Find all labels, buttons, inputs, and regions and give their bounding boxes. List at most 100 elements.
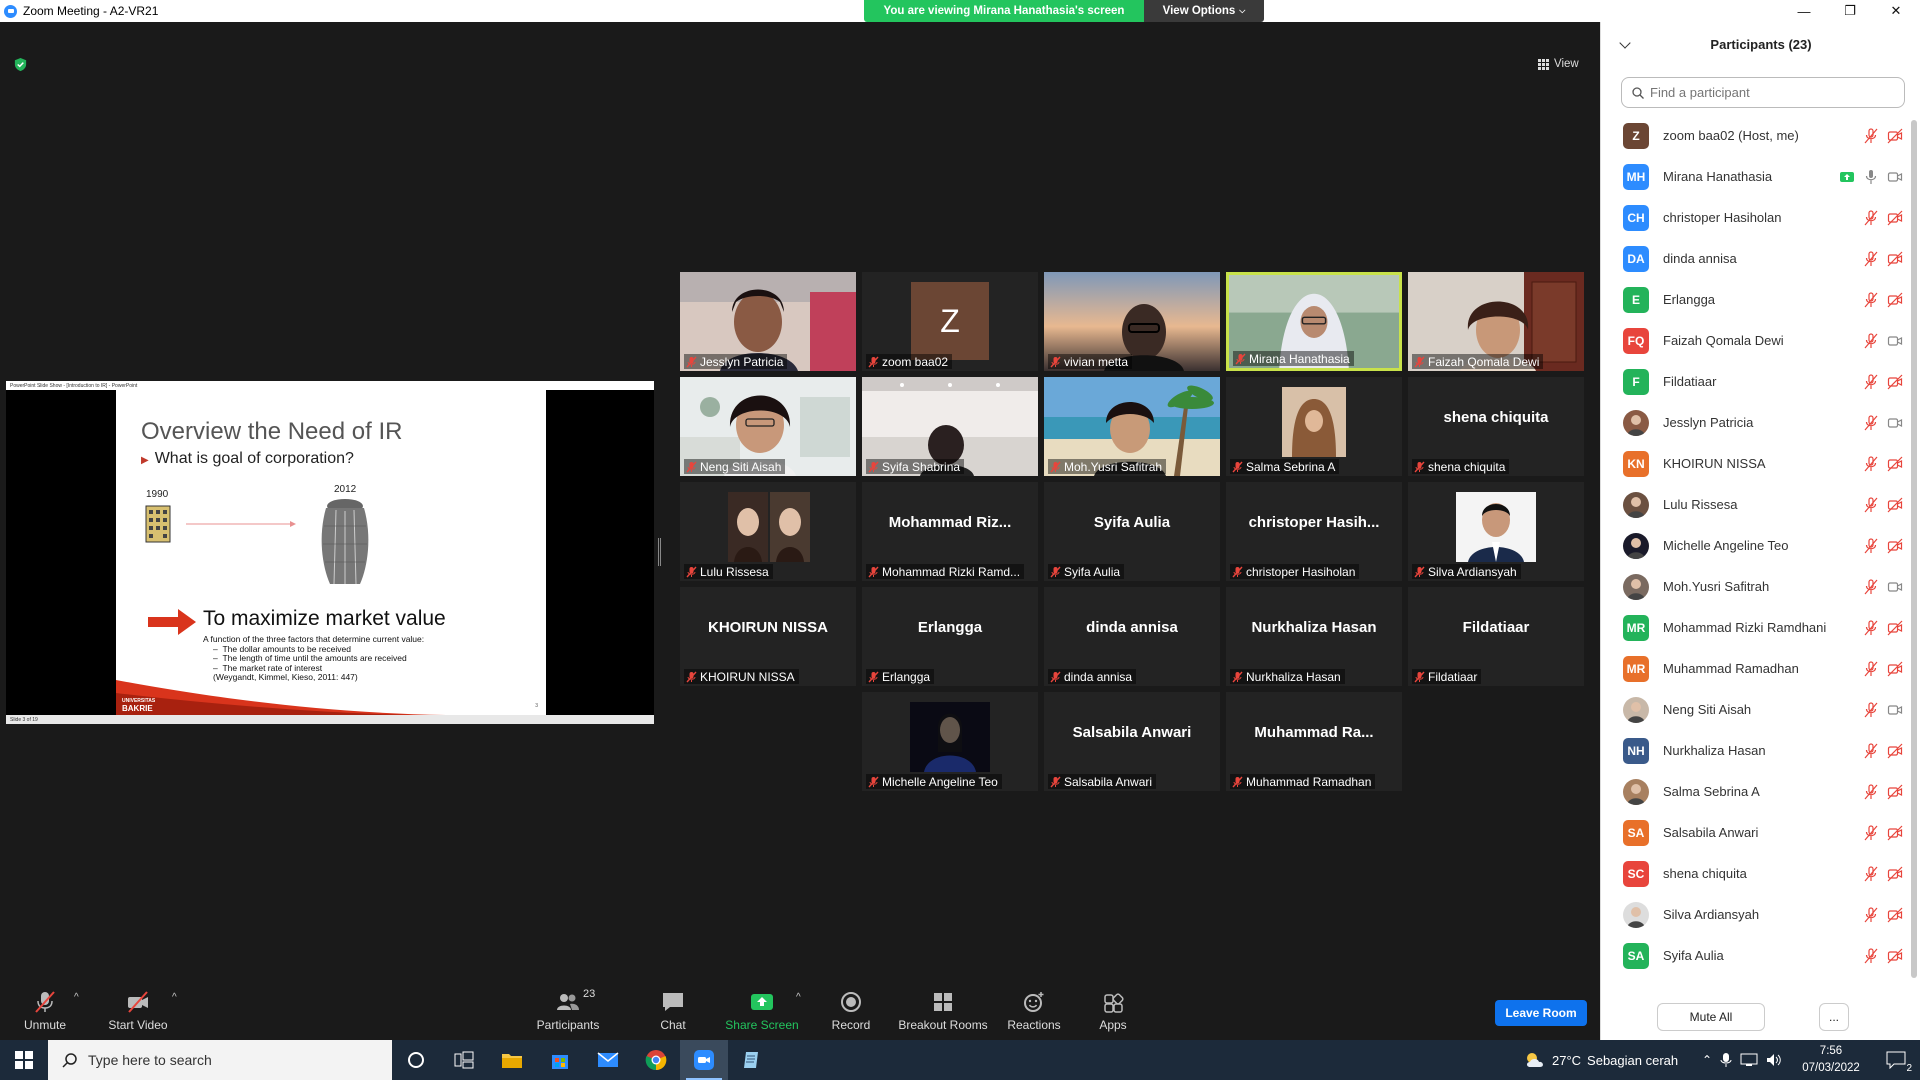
close-button[interactable]: ✕ xyxy=(1876,0,1916,22)
participant-row[interactable]: MH Mirana Hanathasia xyxy=(1601,156,1911,197)
video-off-icon[interactable] xyxy=(1887,374,1903,390)
splitter-handle[interactable] xyxy=(658,538,661,566)
muted-mic-icon[interactable] xyxy=(1863,784,1879,800)
microphone-tray-icon[interactable] xyxy=(1720,1052,1732,1068)
muted-mic-icon[interactable] xyxy=(1863,333,1879,349)
participant-row[interactable]: FQ Faizah Qomala Dewi xyxy=(1601,320,1911,361)
notifications-button[interactable]: 2 xyxy=(1872,1040,1920,1080)
maximize-button[interactable]: ❐ xyxy=(1830,0,1870,22)
view-options-button[interactable]: View Options ⌵ xyxy=(1144,0,1264,22)
muted-mic-icon[interactable] xyxy=(1863,538,1879,554)
video-tile[interactable]: Moh.Yusri Safitrah xyxy=(1044,377,1220,476)
video-tile[interactable]: Fildatiaar Fildatiaar xyxy=(1408,587,1584,686)
participant-row[interactable]: Michelle Angeline Teo xyxy=(1601,525,1911,566)
chrome-button[interactable] xyxy=(632,1040,680,1080)
volume-icon[interactable] xyxy=(1766,1053,1782,1067)
shared-screen[interactable]: PowerPoint Slide Show - [Introduction to… xyxy=(6,381,654,724)
muted-mic-icon[interactable] xyxy=(1863,907,1879,923)
reactions-button[interactable]: Reactions xyxy=(1004,982,1064,1040)
video-tile[interactable]: Muhammad Ra... Muhammad Ramadhan xyxy=(1226,692,1402,791)
more-options-button[interactable]: ... xyxy=(1819,1003,1849,1031)
video-tile[interactable]: Syifa Shabrina xyxy=(862,377,1038,476)
notepad-button[interactable] xyxy=(728,1040,776,1080)
muted-mic-icon[interactable] xyxy=(1863,415,1879,431)
participant-row[interactable]: Silva Ardiansyah xyxy=(1601,894,1911,935)
apps-button[interactable]: Apps xyxy=(1088,982,1138,1040)
video-off-icon[interactable] xyxy=(1887,538,1903,554)
video-off-icon[interactable] xyxy=(1887,825,1903,841)
record-button[interactable]: Record xyxy=(826,982,876,1040)
network-icon[interactable] xyxy=(1740,1053,1758,1067)
video-tile[interactable]: dinda annisa dinda annisa xyxy=(1044,587,1220,686)
video-off-icon[interactable] xyxy=(1887,866,1903,882)
video-off-icon[interactable] xyxy=(1887,251,1903,267)
video-tile[interactable]: christoper Hasih... christoper Hasiholan xyxy=(1226,482,1402,581)
video-tile[interactable]: Erlangga Erlangga xyxy=(862,587,1038,686)
video-camera-icon[interactable] xyxy=(1887,333,1903,349)
windows-start-button[interactable] xyxy=(0,1040,48,1080)
video-off-icon[interactable] xyxy=(1887,948,1903,964)
video-off-icon[interactable] xyxy=(1887,907,1903,923)
video-off-icon[interactable] xyxy=(1887,661,1903,677)
muted-mic-icon[interactable] xyxy=(1863,866,1879,882)
participant-search[interactable] xyxy=(1621,77,1905,108)
muted-mic-icon[interactable] xyxy=(1863,210,1879,226)
video-tile[interactable]: Silva Ardiansyah xyxy=(1408,482,1584,581)
minimize-button[interactable]: — xyxy=(1784,0,1824,22)
video-camera-icon[interactable] xyxy=(1887,702,1903,718)
taskbar-search[interactable]: Type here to search xyxy=(48,1040,392,1080)
chat-button[interactable]: Chat xyxy=(648,982,698,1040)
muted-mic-icon[interactable] xyxy=(1863,948,1879,964)
participant-row[interactable]: SA Salsabila Anwari xyxy=(1601,812,1911,853)
participant-list-scrollbar[interactable] xyxy=(1911,115,1917,978)
muted-mic-icon[interactable] xyxy=(1863,251,1879,267)
muted-mic-icon[interactable] xyxy=(1863,292,1879,308)
audio-options-caret[interactable]: ^ xyxy=(74,992,79,1003)
leave-room-button[interactable]: Leave Room xyxy=(1495,1000,1587,1026)
video-tile[interactable]: Nurkhaliza Hasan Nurkhaliza Hasan xyxy=(1226,587,1402,686)
cortana-button[interactable] xyxy=(392,1040,440,1080)
participant-row[interactable]: SC shena chiquita xyxy=(1601,853,1911,894)
store-button[interactable] xyxy=(536,1040,584,1080)
muted-mic-icon[interactable] xyxy=(1863,579,1879,595)
participant-row[interactable]: MR Mohammad Rizki Ramdhani xyxy=(1601,607,1911,648)
file-explorer-button[interactable] xyxy=(488,1040,536,1080)
participant-row[interactable]: Zzoom baa02 (Host, me) xyxy=(1601,115,1911,156)
participant-row[interactable]: KN KHOIRUN NISSA xyxy=(1601,443,1911,484)
taskbar-clock[interactable]: 7:56 07/03/2022 xyxy=(1796,1043,1866,1077)
muted-mic-icon[interactable] xyxy=(1863,620,1879,636)
show-hidden-icons-chevron[interactable]: ⌃ xyxy=(1702,1053,1712,1067)
share-screen-button[interactable]: Share Screen xyxy=(722,982,802,1040)
search-input[interactable] xyxy=(1650,85,1890,100)
video-tile[interactable]: Mirana Hanathasia xyxy=(1226,272,1402,371)
video-off-icon[interactable] xyxy=(1887,743,1903,759)
mail-button[interactable] xyxy=(584,1040,632,1080)
encryption-shield-icon[interactable] xyxy=(13,57,28,72)
weather-widget[interactable]: 27°C Sebagian cerah xyxy=(1524,1040,1678,1080)
breakout-rooms-button[interactable]: Breakout Rooms xyxy=(896,982,990,1040)
participant-row[interactable]: SA Syifa Aulia xyxy=(1601,935,1911,976)
participant-row[interactable]: Neng Siti Aisah xyxy=(1601,689,1911,730)
video-off-icon[interactable] xyxy=(1887,292,1903,308)
unmute-button[interactable]: Unmute xyxy=(14,982,76,1040)
video-off-icon[interactable] xyxy=(1887,497,1903,513)
video-off-icon[interactable] xyxy=(1887,128,1903,144)
video-off-icon[interactable] xyxy=(1887,210,1903,226)
mute-all-button[interactable]: Mute All xyxy=(1657,1003,1765,1031)
participant-row[interactable]: CH christoper Hasiholan xyxy=(1601,197,1911,238)
start-video-button[interactable]: Start Video xyxy=(104,982,172,1040)
participant-row[interactable]: MR Muhammad Ramadhan xyxy=(1601,648,1911,689)
video-tile[interactable]: Lulu Rissesa xyxy=(680,482,856,581)
participant-row[interactable]: F Fildatiaar xyxy=(1601,361,1911,402)
video-off-icon[interactable] xyxy=(1887,456,1903,472)
muted-mic-icon[interactable] xyxy=(1863,497,1879,513)
participant-row[interactable]: NH Nurkhaliza Hasan xyxy=(1601,730,1911,771)
participant-row[interactable]: Salma Sebrina A xyxy=(1601,771,1911,812)
video-tile[interactable]: shena chiquita shena chiquita xyxy=(1408,377,1584,476)
muted-mic-icon[interactable] xyxy=(1863,702,1879,718)
video-options-caret[interactable]: ^ xyxy=(172,992,177,1003)
zoom-taskbar-button[interactable] xyxy=(680,1040,728,1080)
muted-mic-icon[interactable] xyxy=(1863,128,1879,144)
video-tile[interactable]: Salma Sebrina A xyxy=(1226,377,1402,476)
participant-row[interactable]: Jesslyn Patricia xyxy=(1601,402,1911,443)
